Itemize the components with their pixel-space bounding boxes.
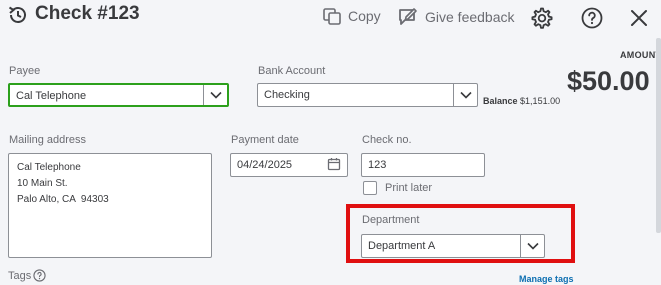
info-icon[interactable]: [33, 269, 46, 282]
tags-label: Tags: [8, 270, 32, 282]
manage-tags-link[interactable]: Manage tags: [519, 274, 574, 284]
print-later-label[interactable]: Print later: [385, 182, 432, 194]
copy-icon: [323, 8, 341, 25]
payee-dropdown-button[interactable]: [203, 85, 227, 105]
chevron-down-icon: [459, 91, 472, 99]
bank-account-dropdown-button[interactable]: [453, 84, 477, 106]
bank-account-value[interactable]: Checking: [258, 84, 453, 106]
payee-label: Payee: [9, 65, 41, 77]
mailing-address-label: Mailing address: [9, 134, 87, 146]
scrollbar[interactable]: [656, 38, 661, 233]
copy-label: Copy: [348, 8, 381, 24]
check-no-label: Check no.: [362, 134, 412, 146]
amount-label: AMOUNT: [620, 50, 661, 60]
calendar-icon[interactable]: [327, 157, 341, 171]
chevron-down-icon: [209, 91, 222, 99]
feedback-label: Give feedback: [425, 9, 515, 25]
department-label: Department: [362, 214, 420, 226]
amount-value: $50.00: [567, 66, 650, 96]
bank-account-select[interactable]: Checking: [257, 83, 478, 107]
balance-label: Balance: [483, 96, 518, 106]
mailing-address-field[interactable]: Cal Telephone 10 Main St. Palo Alto, CA …: [8, 153, 212, 258]
payee-value[interactable]: Cal Telephone: [10, 85, 203, 105]
feedback-icon: [399, 8, 417, 25]
department-dropdown-button[interactable]: [520, 235, 544, 257]
gear-icon[interactable]: [530, 6, 554, 30]
department-select[interactable]: Department A: [361, 234, 545, 258]
payment-date-label: Payment date: [231, 134, 299, 146]
balance-text: Balance $1,151.00: [483, 96, 560, 106]
help-icon[interactable]: [580, 6, 604, 30]
history-icon: [8, 6, 26, 23]
page-title: Check #123: [35, 3, 140, 24]
payee-select[interactable]: Cal Telephone: [8, 83, 229, 107]
bank-account-label: Bank Account: [258, 65, 326, 77]
give-feedback-button[interactable]: Give feedback: [397, 6, 515, 28]
department-value[interactable]: Department A: [362, 235, 520, 257]
close-icon[interactable]: [627, 6, 651, 30]
chevron-down-icon: [526, 242, 539, 250]
check-no-input[interactable]: 123: [361, 153, 485, 177]
print-later-checkbox[interactable]: [363, 181, 377, 195]
copy-button[interactable]: Copy: [322, 6, 381, 26]
balance-value: $1,151.00: [520, 96, 561, 106]
